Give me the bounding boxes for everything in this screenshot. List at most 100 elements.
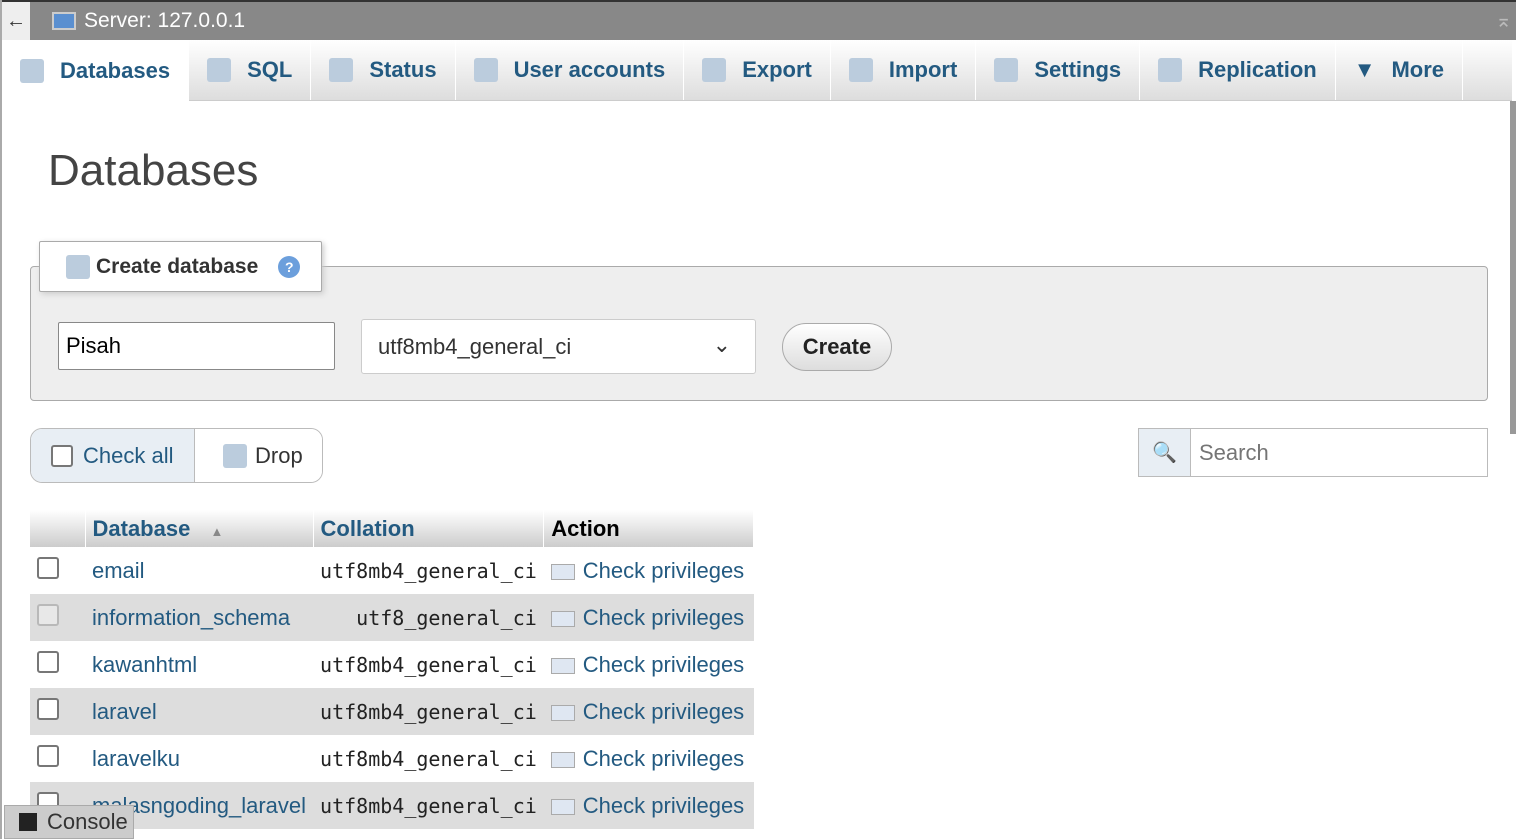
tab-label: Import (888, 57, 958, 82)
header-action: Action (543, 510, 754, 547)
checkbox[interactable] (51, 444, 73, 467)
tab-label: More (1391, 57, 1445, 82)
check-privileges-link[interactable]: Check privileges (544, 641, 754, 688)
tab-label: Databases (60, 58, 171, 83)
search-icon: 🔍 (1139, 429, 1190, 476)
tab-label: Status (369, 57, 437, 82)
bulk-actions: Check all Drop (30, 428, 323, 483)
action-label: Check privileges (582, 698, 745, 724)
tab-replication[interactable]: Replication (1140, 40, 1336, 100)
database-link[interactable]: kawanhtml (85, 641, 313, 688)
tab-export[interactable]: Export (684, 40, 831, 100)
row-select[interactable] (30, 547, 85, 594)
back-arrow-icon[interactable]: ← (2, 2, 30, 40)
header-checkbox (30, 510, 86, 547)
check-all-button[interactable]: Check all (31, 429, 194, 482)
checkbox[interactable] (37, 697, 59, 720)
action-label: Check privileges (582, 557, 745, 583)
tab-databases[interactable]: Databases (2, 40, 190, 102)
server-breadcrumb-bar: ← Server: 127.0.0.1 ⌅ (2, 0, 1516, 40)
table-row: kawanhtml utf8mb4_general_ci Check privi… (30, 641, 754, 688)
check-privileges-link[interactable]: Check privileges (543, 688, 754, 735)
tab-label: Settings (1034, 57, 1122, 82)
check-privileges-link[interactable]: Check privileges (544, 735, 754, 782)
table-row: email utf8mb4_general_ci Check privilege… (30, 547, 754, 594)
privileges-icon (550, 704, 575, 721)
table-row: malasngoding_laravel utf8mb4_general_ci … (30, 782, 754, 829)
server-title[interactable]: Server: 127.0.0.1 (84, 9, 245, 33)
privileges-icon (550, 563, 575, 580)
wrench-icon (994, 58, 1019, 82)
privileges-icon (550, 610, 575, 627)
checkbox[interactable] (37, 603, 59, 626)
console-toggle[interactable]: Console (4, 805, 134, 839)
main-tabs: Databases SQL Status User accounts Expor… (2, 40, 1512, 102)
database-name-input[interactable] (58, 322, 335, 370)
action-label: Check privileges (582, 651, 745, 677)
sort-asc-icon: ▲ (210, 523, 224, 539)
tab-more[interactable]: ▼ More (1336, 40, 1464, 100)
header-collation[interactable]: Collation (313, 510, 545, 547)
checkbox[interactable] (37, 744, 59, 767)
table-row: information_schema utf8_general_ci Check… (30, 594, 754, 641)
check-privileges-link[interactable]: Check privileges (544, 547, 754, 594)
header-database[interactable]: Database ▲ (85, 510, 314, 547)
check-privileges-link[interactable]: Check privileges (543, 594, 754, 641)
collation-cell: utf8mb4_general_ci (313, 688, 544, 735)
help-icon[interactable]: ? (278, 255, 301, 278)
privileges-icon (550, 798, 575, 815)
action-label: Check privileges (582, 745, 745, 771)
tab-import[interactable]: Import (831, 40, 977, 100)
tab-settings[interactable]: Settings (976, 40, 1141, 100)
collation-select[interactable]: utf8mb4_general_ci ⌄ (361, 319, 756, 374)
user-card-icon (473, 58, 498, 82)
database-add-icon (66, 254, 90, 279)
drop-label: Drop (255, 442, 303, 468)
collation-cell: utf8mb4_general_ci (313, 782, 544, 829)
table-row: laravelku utf8mb4_general_ci Check privi… (30, 735, 754, 782)
search-box: 🔍 (1138, 428, 1488, 477)
drop-button[interactable]: Drop (194, 429, 322, 482)
checkbox[interactable] (37, 650, 59, 673)
import-icon (848, 58, 873, 82)
scrollbar[interactable] (1510, 101, 1516, 434)
legend-label: Create database (96, 254, 259, 278)
status-icon (329, 58, 354, 82)
row-select[interactable] (30, 594, 85, 641)
tab-sql[interactable]: SQL (189, 40, 312, 100)
replication-icon (1158, 58, 1183, 82)
page-title: Databases (48, 146, 259, 195)
console-icon (19, 813, 37, 831)
databases-table: Database ▲ Collation Action email utf8mb… (30, 510, 754, 829)
collation-cell: utf8_general_ci (313, 594, 544, 641)
header-label: Database (92, 515, 191, 541)
database-link[interactable]: laravelku (85, 735, 313, 782)
tab-user-accounts[interactable]: User accounts (456, 40, 685, 100)
tab-status[interactable]: Status (311, 40, 456, 100)
collation-value: utf8mb4_general_ci (378, 333, 572, 359)
database-link[interactable]: laravel (85, 688, 314, 735)
row-select[interactable] (30, 735, 85, 782)
checkbox[interactable] (37, 556, 59, 579)
check-privileges-link[interactable]: Check privileges (543, 782, 754, 829)
privileges-icon (550, 657, 575, 674)
row-select[interactable] (30, 688, 85, 735)
tab-label: User accounts (513, 57, 666, 82)
check-all-label: Check all (83, 442, 174, 468)
tab-label: Replication (1198, 57, 1317, 82)
collation-cell: utf8mb4_general_ci (320, 746, 537, 771)
row-select[interactable] (30, 641, 85, 688)
create-button[interactable]: Create (782, 323, 892, 371)
collation-cell: utf8mb4_general_ci (320, 652, 537, 677)
collapse-icon[interactable]: ⌅ (1495, 8, 1512, 33)
tab-label: SQL (247, 57, 293, 82)
database-link[interactable]: information_schema (85, 594, 314, 641)
database-link[interactable]: email (85, 547, 313, 594)
action-label: Check privileges (582, 604, 745, 630)
action-label: Check privileges (582, 792, 745, 818)
chevron-down-icon: ⌄ (712, 332, 731, 357)
table-row: laravel utf8mb4_general_ci Check privile… (30, 688, 754, 735)
search-input[interactable] (1190, 429, 1487, 476)
export-icon (702, 58, 727, 82)
console-label: Console (47, 809, 128, 834)
